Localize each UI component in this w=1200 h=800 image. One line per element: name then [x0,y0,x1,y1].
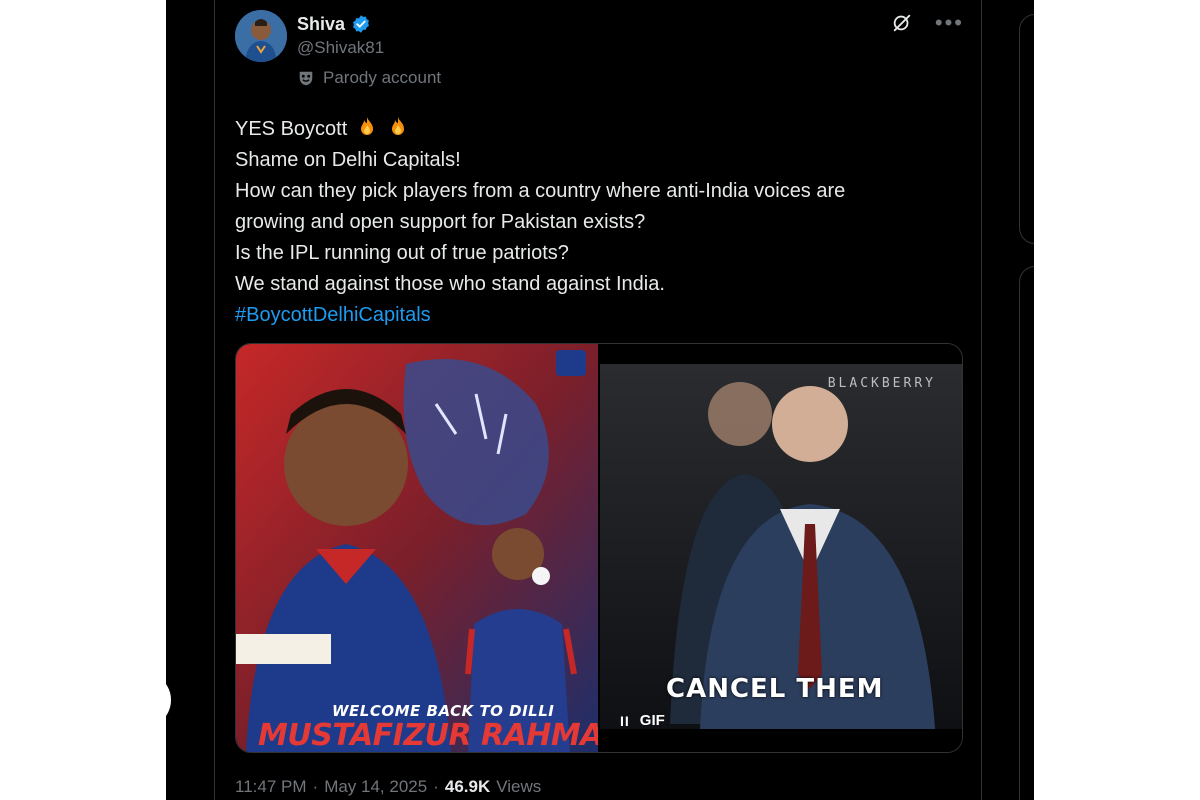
meta-separator: · [312,777,319,796]
gif-badge: GIF [639,712,665,729]
post-text-line-1: YES Boycott [235,118,348,140]
sidebar-card [1019,266,1034,800]
meta-separator: · [433,777,439,796]
gif-controls: II GIF [620,712,665,729]
player-name-caption: MUSTAFIZUR RAHMAN [258,718,598,752]
player-promo-image[interactable]: WELCOME BACK TO DILLI MUSTAFIZUR RAHMAN [236,344,598,752]
fire-emoji-icon [355,115,379,139]
brand-watermark: BLACKBERRY [827,376,936,391]
fire-emoji-icon [386,115,410,139]
post-text-line: Is the IPL running out of true patriots? [235,242,569,264]
post-text-line: YES Boycott [235,114,975,145]
hashtag-link[interactable]: #BoycottDelhiCapitals [235,304,431,326]
timeline-left-border [214,0,215,800]
post-time[interactable]: 11:47 PM [235,777,307,797]
views-label: Views [496,777,542,796]
author-name-row: Shiva [297,12,371,36]
verified-badge-icon[interactable] [351,14,371,34]
author-handle[interactable]: @Shivak81 [297,38,384,58]
more-icon[interactable]: ••• [935,12,964,34]
timeline-right-border [981,0,982,800]
grok-icon[interactable] [891,12,913,34]
post-meta: 11:47 PM · May 14, 2025 · 46.9K Views [235,777,541,797]
post-text: YES Boycott Shame on Delhi Capitals! How… [235,114,975,331]
parody-label: Parody account [297,68,441,88]
post-text-line: growing and open support for Pakistan ex… [235,211,646,233]
mask-icon [297,69,315,87]
post-date[interactable]: May 14, 2025 [324,777,427,797]
post-container: Shiva @Shivak81 Parody account ••• YES B… [166,0,1034,800]
post-text-line: How can they pick players from a country… [235,180,846,202]
views-count[interactable]: 46.9K [445,777,490,797]
sidebar-card [1019,14,1034,244]
parody-label-text: Parody account [323,68,442,87]
author-avatar[interactable] [235,10,287,62]
post-actions-top: ••• [891,12,964,34]
pause-icon[interactable]: II [620,713,630,729]
post-media[interactable]: WELCOME BACK TO DILLI MUSTAFIZUR RAHMAN [235,343,963,753]
post-text-line: We stand against those who stand against… [235,273,665,295]
gif-caption: CANCEL THEM [666,674,884,704]
post-text-line: Shame on Delhi Capitals! [235,149,461,171]
gif-media[interactable]: BLACKBERRY CANCEL THEM II GIF [600,344,962,752]
author-name[interactable]: Shiva [297,14,345,35]
edge-bubble [0,672,171,728]
